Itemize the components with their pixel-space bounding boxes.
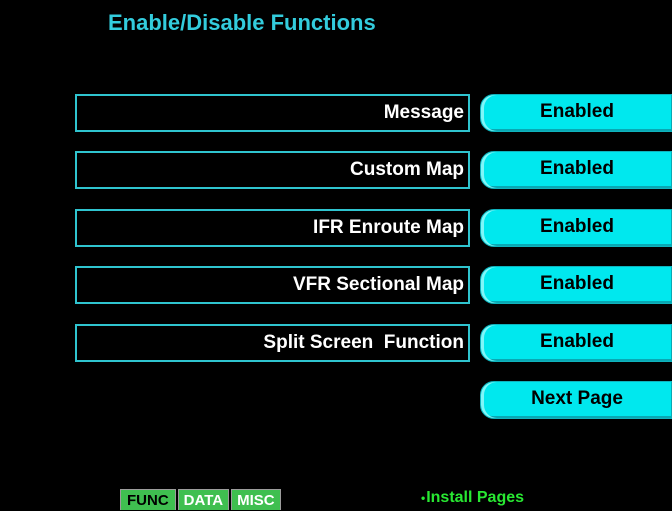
function-label-box: VFR Sectional Map xyxy=(75,266,470,304)
function-label: IFR Enroute Map xyxy=(313,217,464,238)
function-row-ifr-enroute-map: IFR Enroute Map Enabled xyxy=(75,209,672,249)
tab-func[interactable]: FUNC xyxy=(120,489,176,510)
function-label-box: IFR Enroute Map xyxy=(75,209,470,247)
tab-misc[interactable]: MISC xyxy=(231,489,281,510)
vfr-sectional-map-toggle-button[interactable]: Enabled xyxy=(480,266,672,304)
function-label: VFR Sectional Map xyxy=(292,274,464,295)
page-tabs: FUNC DATA MISC xyxy=(120,489,281,510)
toggle-status-label: Enabled xyxy=(540,216,614,237)
toggle-status-label: Enabled xyxy=(540,158,614,179)
install-pages-indicator: •Install Pages xyxy=(421,489,524,507)
function-row-split-screen: Split Screen Function Enabled xyxy=(75,324,672,364)
function-label-box: Custom Map xyxy=(75,151,470,189)
next-page-label: Next Page xyxy=(531,388,623,409)
tab-data[interactable]: DATA xyxy=(177,489,230,510)
toggle-status-label: Enabled xyxy=(540,331,614,352)
split-screen-toggle-button[interactable]: Enabled xyxy=(480,324,672,362)
function-row-custom-map: Custom Map Enabled xyxy=(75,151,672,191)
bullet-icon: • xyxy=(421,491,426,505)
next-page-button[interactable]: Next Page xyxy=(480,381,672,419)
function-label: Custom Map xyxy=(350,159,464,180)
ifr-enroute-map-toggle-button[interactable]: Enabled xyxy=(480,209,672,247)
function-label: Split Screen Function xyxy=(263,332,464,353)
toggle-status-label: Enabled xyxy=(540,273,614,294)
custom-map-toggle-button[interactable]: Enabled xyxy=(480,151,672,189)
function-label: Message xyxy=(383,102,464,123)
function-label-box: Message xyxy=(75,94,470,132)
function-label-box: Split Screen Function xyxy=(75,324,470,362)
function-row-vfr-sectional-map: VFR Sectional Map Enabled xyxy=(75,266,672,306)
message-toggle-button[interactable]: Enabled xyxy=(480,94,672,132)
page-title: Enable/Disable Functions xyxy=(108,10,376,35)
install-pages-label: Install Pages xyxy=(426,489,525,506)
toggle-status-label: Enabled xyxy=(540,101,614,122)
function-row-message: Message Enabled xyxy=(75,94,672,134)
